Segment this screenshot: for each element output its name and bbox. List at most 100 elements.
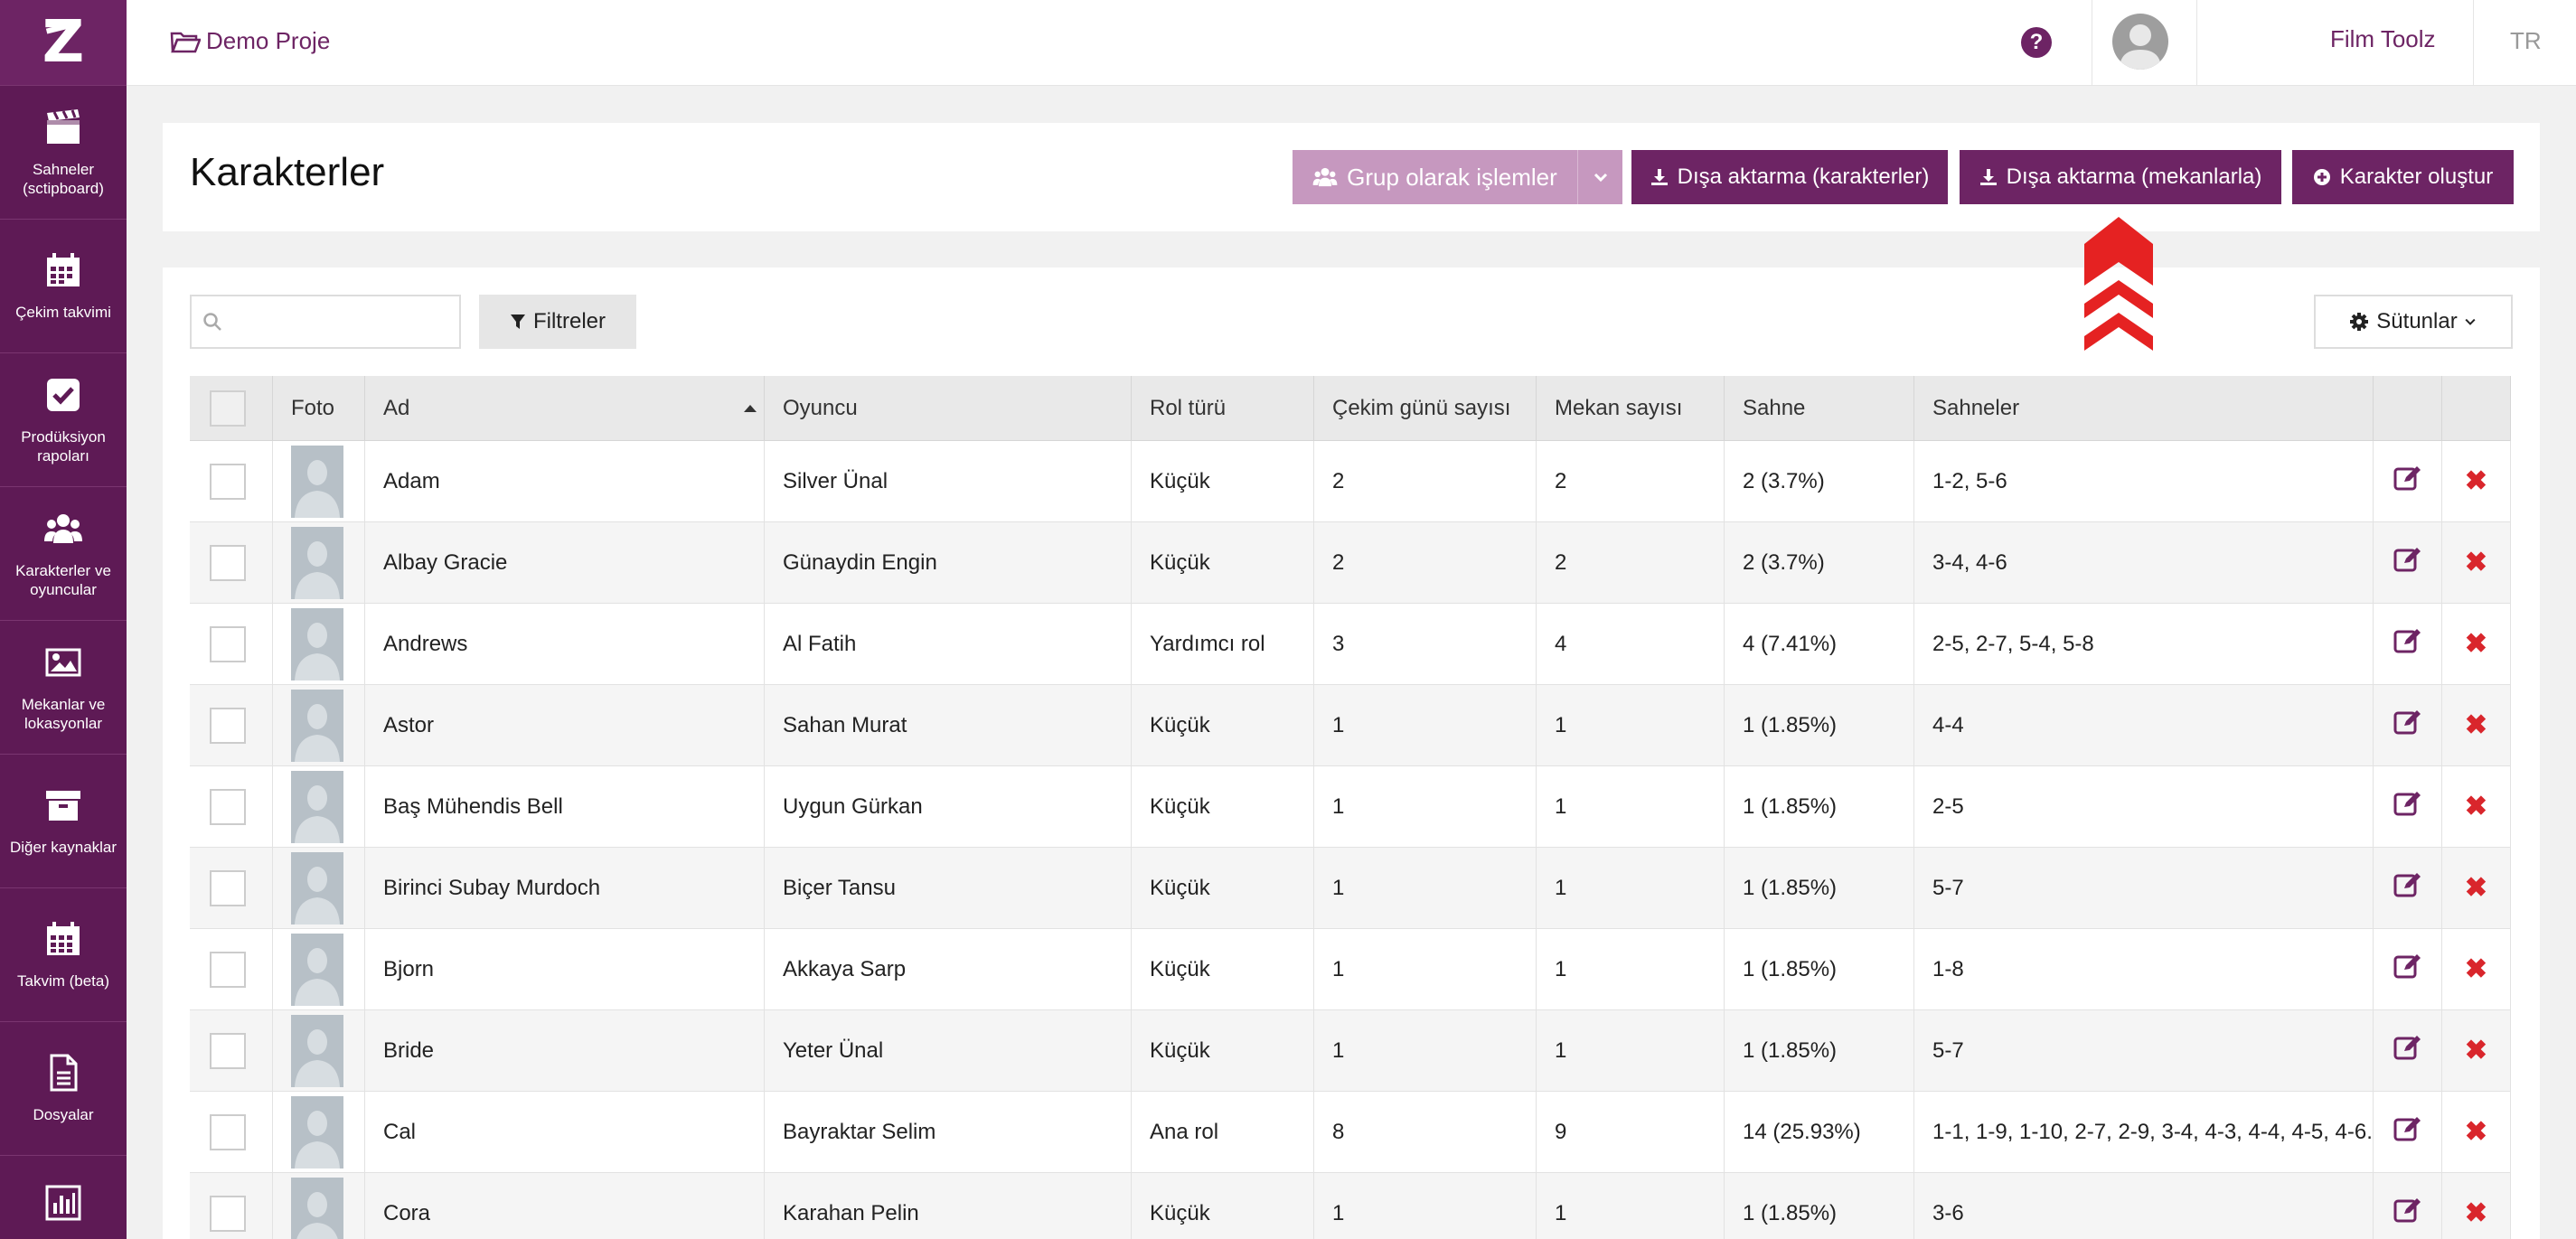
table-row[interactable]: Birinci Subay Murdoch Biçer Tansu Küçük 1 1 1…	[190, 848, 2511, 929]
character-photo[interactable]	[291, 607, 343, 681]
app-logo[interactable]: Z	[0, 0, 127, 86]
table-row[interactable]: Adam Silver Ünal Küçük 2 2 2 (3.7%) 1-2, 5-6 ✖	[190, 441, 2511, 522]
edit-button[interactable]	[2393, 709, 2422, 742]
delete-icon[interactable]: ✖	[2465, 953, 2487, 985]
characters-panel: Filtreler Sütunlar Foto Ad Oyuncu Rol tü…	[163, 268, 2540, 1239]
cell-gun: 2	[1314, 522, 1537, 603]
edit-button[interactable]	[2393, 1197, 2422, 1230]
sidebar-item-production-reports[interactable]: Prodüksiyon rapoları	[0, 353, 127, 487]
row-checkbox[interactable]	[210, 1195, 246, 1232]
sidebar-item-reports[interactable]	[0, 1156, 127, 1239]
delete-icon[interactable]: ✖	[2465, 465, 2487, 497]
character-photo[interactable]	[291, 445, 343, 518]
row-checkbox[interactable]	[210, 1032, 246, 1069]
username[interactable]: Film Toolz	[2330, 25, 2436, 53]
edit-button[interactable]	[2393, 790, 2422, 823]
sidebar-item-calendar-beta[interactable]: Takvim (beta)	[0, 888, 127, 1022]
row-select-cell	[190, 441, 273, 521]
image-icon	[45, 648, 81, 676]
search-box[interactable]	[190, 295, 461, 349]
column-header-sahne[interactable]: Sahne	[1725, 376, 1914, 440]
edit-button[interactable]	[2393, 871, 2422, 905]
row-checkbox[interactable]	[210, 951, 246, 988]
photo-cell	[273, 1092, 365, 1172]
delete-icon[interactable]: ✖	[2465, 872, 2487, 904]
sidebar-item-label: Çekim takvimi	[15, 304, 111, 321]
select-all-checkbox[interactable]	[210, 390, 246, 427]
cell-rol: Küçük	[1132, 1010, 1314, 1091]
person-placeholder-icon	[291, 445, 343, 518]
column-header-gun[interactable]: Çekim günü sayısı	[1314, 376, 1537, 440]
edit-button[interactable]	[2393, 627, 2422, 661]
cell-oyuncu: Silver Ünal	[765, 441, 1132, 521]
column-header-sahneler[interactable]: Sahneler	[1914, 376, 2374, 440]
avatar[interactable]	[2112, 14, 2168, 70]
photo-cell	[273, 604, 365, 684]
sidebar-item-shooting-schedule[interactable]: Çekim takvimi	[0, 220, 127, 353]
column-header-ad[interactable]: Ad	[365, 376, 765, 440]
edit-button[interactable]	[2393, 546, 2422, 579]
sidebar-item-files[interactable]: Dosyalar	[0, 1022, 127, 1156]
delete-icon[interactable]: ✖	[2465, 628, 2487, 660]
table-row[interactable]: Astor Sahan Murat Küçük 1 1 1 (1.85%) 4-4 ✖	[190, 685, 2511, 766]
edit-button[interactable]	[2393, 465, 2422, 498]
column-header-ad-label: Ad	[383, 395, 410, 420]
character-photo[interactable]	[291, 851, 343, 925]
language-selector[interactable]: TR	[2510, 27, 2542, 55]
column-header-oyuncu[interactable]: Oyuncu	[765, 376, 1132, 440]
character-photo[interactable]	[291, 1095, 343, 1169]
delete-icon[interactable]: ✖	[2465, 547, 2487, 578]
row-select-cell	[190, 766, 273, 847]
sidebar-item-scenes[interactable]: Sahneler (sctipboard)	[0, 86, 127, 220]
column-header-rol[interactable]: Rol türü	[1132, 376, 1314, 440]
row-checkbox[interactable]	[210, 788, 246, 825]
character-photo[interactable]	[291, 526, 343, 599]
table-row[interactable]: Bjorn Akkaya Sarp Küçük 1 1 1 (1.85%) 1-8 ✖	[190, 929, 2511, 1010]
cell-sahne: 2 (3.7%)	[1725, 441, 1914, 521]
row-checkbox[interactable]	[210, 625, 246, 662]
cell-sahne: 14 (25.93%)	[1725, 1092, 1914, 1172]
cell-rol: Ana rol	[1132, 1092, 1314, 1172]
row-checkbox[interactable]	[210, 707, 246, 744]
table-row[interactable]: Andrews Al Fatih Yardımcı rol 3 4 4 (7.41%) 2-…	[190, 604, 2511, 685]
project-selector[interactable]: Demo Proje	[170, 27, 330, 55]
create-character-button[interactable]: Karakter oluştur	[2292, 150, 2514, 204]
table-row[interactable]: Albay Gracie Günaydin Engin Küçük 2 2 2 (3.7%…	[190, 522, 2511, 604]
question-circle-icon[interactable]: ?	[2021, 27, 2052, 58]
column-header-mekan[interactable]: Mekan sayısı	[1537, 376, 1725, 440]
character-photo[interactable]	[291, 933, 343, 1006]
table-row[interactable]: Cora Karahan Pelin Küçük 1 1 1 (1.85%) 3-6 ✖	[190, 1173, 2511, 1239]
row-checkbox[interactable]	[210, 463, 246, 500]
edit-button[interactable]	[2393, 1115, 2422, 1149]
table-row[interactable]: Bride Yeter Ünal Küçük 1 1 1 (1.85%) 5-7 ✖	[190, 1010, 2511, 1092]
delete-icon[interactable]: ✖	[2465, 1197, 2487, 1229]
sidebar-item-locations[interactable]: Mekanlar ve lokasyonlar	[0, 621, 127, 755]
group-actions-button[interactable]: Grup olarak işlemler	[1293, 150, 1577, 204]
filters-button[interactable]: Filtreler	[479, 295, 636, 349]
delete-icon[interactable]: ✖	[2465, 709, 2487, 741]
table-row[interactable]: Cal Bayraktar Selim Ana rol 8 9 14 (25.93%) 1-…	[190, 1092, 2511, 1173]
sidebar-item-other-resources[interactable]: Diğer kaynaklar	[0, 755, 127, 888]
export-locations-button[interactable]: Dışa aktarma (mekanlarla)	[1960, 150, 2281, 204]
delete-icon[interactable]: ✖	[2465, 1116, 2487, 1148]
character-photo[interactable]	[291, 1014, 343, 1087]
filters-label: Filtreler	[532, 309, 606, 333]
group-actions-dropdown-toggle[interactable]	[1577, 150, 1622, 204]
character-photo[interactable]	[291, 1177, 343, 1239]
search-input[interactable]	[230, 310, 447, 333]
columns-button[interactable]: Sütunlar	[2314, 295, 2513, 349]
character-photo[interactable]	[291, 689, 343, 762]
row-checkbox[interactable]	[210, 869, 246, 906]
download-icon	[1979, 169, 1997, 185]
export-characters-button[interactable]: Dışa aktarma (karakterler)	[1631, 150, 1948, 204]
table-row[interactable]: Baş Mühendis Bell Uygun Gürkan Küçük 1 1 1 (1…	[190, 766, 2511, 848]
delete-icon[interactable]: ✖	[2465, 1035, 2487, 1066]
delete-icon[interactable]: ✖	[2465, 791, 2487, 822]
sidebar-item-characters[interactable]: Karakterler ve oyuncular	[0, 487, 127, 621]
cell-gun: 1	[1314, 929, 1537, 1009]
row-checkbox[interactable]	[210, 1113, 246, 1150]
edit-button[interactable]	[2393, 953, 2422, 986]
row-checkbox[interactable]	[210, 544, 246, 581]
character-photo[interactable]	[291, 770, 343, 843]
edit-button[interactable]	[2393, 1034, 2422, 1067]
